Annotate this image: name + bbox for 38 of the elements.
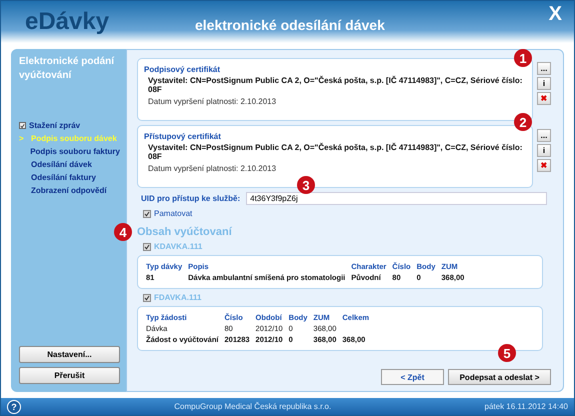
submit-button[interactable]: Podepsat a odeslat >	[448, 369, 551, 385]
sidebar-button[interactable]: Přerušit	[19, 367, 120, 384]
certificate-expiry: Datum vypršení platnosti: 2.10.2013	[147, 164, 278, 173]
section-title: Obsah vyúčtovaní	[137, 226, 233, 238]
remember-label: Pamatovat	[154, 209, 192, 218]
app-title: elektronické odesílání dávek	[195, 17, 386, 33]
date-time: pátek 16.11.2012 14:40	[484, 402, 568, 411]
file-name: FDAVKA.111	[154, 293, 202, 302]
info-button[interactable]: i	[537, 77, 551, 90]
file-name: KDAVKA.111	[154, 242, 202, 251]
step-item[interactable]: Zobrazení odpovědí	[19, 184, 120, 197]
company-name: CompuGroup Medical Česká republika s.r.o.	[173, 402, 332, 411]
delete-button[interactable]: ✖	[537, 159, 551, 172]
checkbox[interactable]	[143, 294, 151, 302]
browse-button[interactable]: ...	[537, 62, 551, 75]
back-button[interactable]: < Zpět	[381, 369, 444, 385]
uid-label: UID pro přístup ke službě:	[141, 194, 240, 203]
step-item[interactable]: Podpis souboru faktury	[19, 145, 120, 158]
app-logo: eDávky	[25, 8, 110, 36]
sidebar-title: Elektronické podání vyúčtování	[19, 55, 116, 83]
checkbox[interactable]	[143, 210, 151, 218]
certificate-issuer: Vystavitel: CN=PostSignum Public CA 2, O="Česká pošta, s.p. [IČ 47114983]", C=CZ, Sériové číslo: 08F	[147, 143, 524, 161]
step-item[interactable]: Stažení zpráv	[19, 119, 120, 132]
browse-button[interactable]: ...	[537, 129, 551, 142]
certificate-issuer: Vystavitel: CN=PostSignum Public CA 2, O="Česká pošta, s.p. [IČ 47114983]", C=CZ, Sériové číslo: 08F	[147, 76, 524, 94]
uid-field[interactable]: 4t36Y3f9pZ6j	[246, 192, 547, 205]
sidebar-button[interactable]: Nastavení...	[19, 346, 120, 363]
certificate-title: Podpisový certifikát	[144, 65, 222, 74]
help-button[interactable]: ?	[7, 400, 21, 414]
certificate-expiry: Datum vypršení platnosti: 2.10.2013	[147, 97, 278, 106]
close-button[interactable]: X	[548, 3, 562, 26]
current-step-marker: >	[19, 134, 25, 143]
checkbox[interactable]	[143, 242, 151, 250]
delete-button[interactable]: ✖	[537, 92, 551, 105]
info-button[interactable]: i	[537, 144, 551, 157]
step-item[interactable]: Odesílání faktury	[19, 171, 120, 184]
step-item[interactable]: Odesílání dávek	[19, 158, 120, 171]
certificate-title: Přístupový certifikát	[144, 132, 222, 141]
